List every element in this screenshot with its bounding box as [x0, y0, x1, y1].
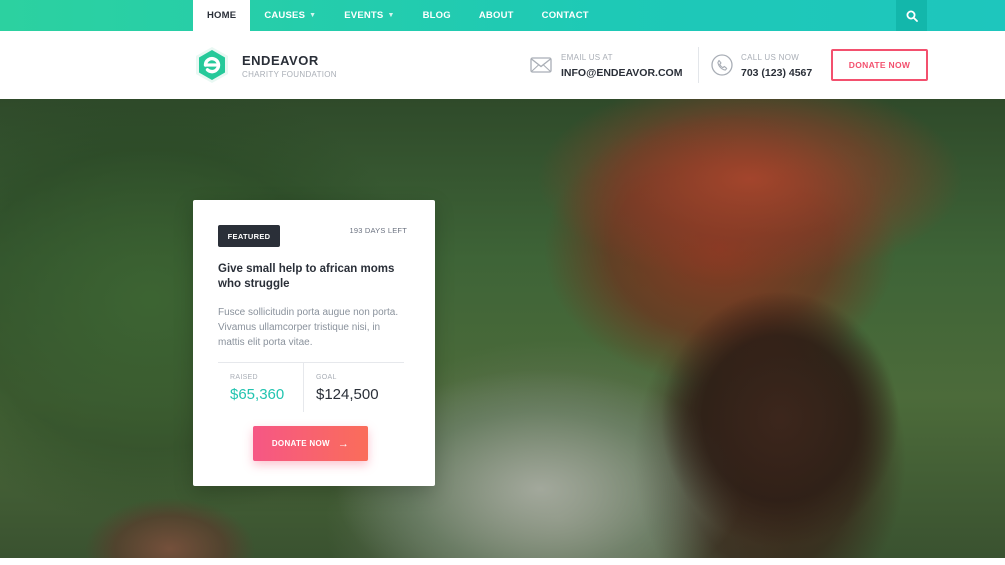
phone-link[interactable]: 703 (123) 4567	[741, 67, 812, 79]
goal-label: GOAL	[316, 374, 337, 381]
chevron-down-icon: ▼	[309, 12, 317, 19]
divider	[218, 362, 404, 363]
nav-item-contact[interactable]: CONTACT	[528, 0, 603, 31]
header-donate-button[interactable]: DONATE NOW	[831, 49, 928, 81]
donate-button-label: DONATE NOW	[271, 439, 330, 448]
search-icon	[906, 10, 918, 22]
hero-banner	[0, 99, 1005, 558]
nav-item-home[interactable]: HOME	[193, 0, 251, 31]
phone-label: CALL US NOW	[741, 53, 800, 62]
brand-name[interactable]: ENDEAVOR	[242, 53, 319, 68]
phone-icon	[711, 54, 733, 76]
nav-item-label: CONTACT	[541, 10, 589, 21]
nav-item-label: CAUSES	[264, 10, 306, 21]
divider	[303, 362, 304, 412]
goal-value: $124,500	[316, 386, 379, 403]
email-label: EMAIL US AT	[561, 53, 613, 62]
nav-item-label: EVENTS	[344, 10, 384, 21]
brand-tagline: CHARITY FOUNDATION	[242, 70, 337, 79]
hero-photo-face	[610, 269, 910, 558]
chevron-down-icon: ▼	[387, 12, 395, 19]
donate-button-label: DONATE NOW	[848, 60, 911, 70]
cause-title[interactable]: Give small help to african moms who stru…	[218, 262, 418, 291]
raised-value: $65,360	[230, 386, 285, 403]
badge-label: FEATURED	[227, 231, 271, 241]
nav-item-blog[interactable]: BLOG	[409, 0, 465, 31]
top-nav-bar: HOME CAUSES ▼ EVENTS ▼ BLOG ABOUT CONTAC…	[0, 0, 1005, 31]
featured-cause-card: FEATURED 193 DAYS LEFT Give small help t…	[193, 200, 435, 486]
divider	[698, 47, 699, 83]
cause-description: Fusce sollicitudin porta augue non porta…	[218, 307, 399, 348]
nav-item-label: ABOUT	[478, 10, 514, 21]
logo-icon[interactable]	[193, 46, 231, 84]
card-donate-button[interactable]: DONATE NOW →	[253, 426, 368, 461]
arrow-right-icon: →	[337, 437, 350, 450]
nav-item-causes[interactable]: CAUSES ▼	[250, 0, 330, 31]
search-button[interactable]	[896, 0, 927, 31]
page-bottom	[0, 558, 1005, 565]
hero-photo-child	[65, 479, 275, 558]
nav-item-events[interactable]: EVENTS ▼	[330, 0, 408, 31]
raised-label: RAISED	[230, 374, 258, 381]
days-left: 193 DAYS LEFT	[349, 226, 407, 235]
site-header: ENDEAVOR CHARITY FOUNDATION EMAIL US AT …	[0, 31, 1005, 99]
envelope-icon	[530, 57, 552, 73]
nav-item-label: HOME	[207, 10, 237, 21]
nav-item-about[interactable]: ABOUT	[465, 0, 528, 31]
featured-badge: FEATURED	[218, 225, 280, 247]
main-nav: HOME CAUSES ▼ EVENTS ▼ BLOG ABOUT CONTAC…	[193, 0, 603, 31]
nav-item-label: BLOG	[422, 10, 451, 21]
email-link[interactable]: INFO@ENDEAVOR.COM	[561, 67, 682, 79]
